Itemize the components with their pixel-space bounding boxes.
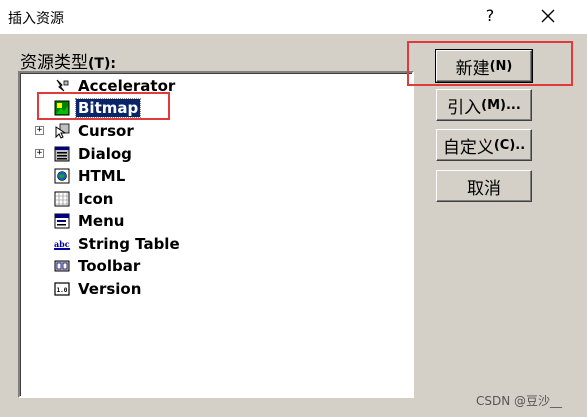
custom-button-label: 自定义: [442, 137, 494, 158]
tree-item-label: String Table: [78, 235, 180, 253]
tree-item-label: Icon: [78, 190, 114, 208]
expand-toggle-cursor[interactable]: +: [35, 126, 44, 135]
toolbar-icon: [54, 260, 70, 272]
import-button-accel: (M)...: [481, 97, 521, 113]
icon-resource-icon: [54, 191, 70, 207]
tree-item-label: Menu: [78, 212, 125, 230]
tree-item-icon[interactable]: Icon: [54, 189, 115, 209]
svg-text:abc: abc: [54, 239, 70, 249]
resource-type-text: 资源类型: [20, 53, 88, 73]
string-table-icon: abc: [54, 239, 70, 250]
tree-item-dialog[interactable]: Dialog: [54, 144, 134, 164]
close-button[interactable]: [530, 2, 566, 30]
tree-item-cursor[interactable]: Cursor: [54, 121, 136, 141]
tree-item-version[interactable]: 1.0 Version: [54, 279, 143, 299]
resource-type-label: 资源类型(T):: [20, 48, 116, 73]
cancel-button[interactable]: 取消: [436, 170, 532, 202]
tree-item-html[interactable]: HTML: [54, 166, 127, 186]
highlight-annotation-new: [407, 41, 573, 86]
tree-item-toolbar[interactable]: Toolbar: [54, 256, 142, 276]
help-button[interactable]: ?: [478, 4, 502, 28]
watermark: CSDN @豆沙__: [476, 394, 563, 408]
title-bar: 插入资源 ?: [0, 0, 587, 34]
close-icon: [541, 9, 555, 23]
svg-text:1.0: 1.0: [57, 287, 68, 294]
version-icon: 1.0: [54, 282, 70, 296]
import-button-label: 引入: [447, 97, 482, 118]
window-title: 插入资源: [8, 11, 64, 27]
resource-type-tree[interactable]: Accelerator Bitmap + Cursor + Dialog HTM…: [18, 71, 414, 398]
resource-type-accel: (T):: [88, 56, 116, 72]
tree-item-label: Cursor: [78, 122, 134, 140]
tree-item-string-table[interactable]: abc String Table: [54, 234, 182, 254]
import-button[interactable]: 引入 (M)...: [436, 89, 532, 121]
cursor-icon: [55, 123, 70, 139]
cancel-button-label: 取消: [467, 178, 501, 199]
tree-item-label: HTML: [78, 167, 126, 185]
custom-button[interactable]: 自定义 (C)..: [436, 129, 532, 161]
custom-button-accel: (C)..: [493, 137, 526, 153]
expand-toggle-dialog[interactable]: +: [35, 149, 44, 158]
menu-icon: [54, 213, 70, 229]
tree-item-label: Dialog: [78, 145, 132, 163]
dialog-icon: [54, 146, 70, 162]
html-icon: [54, 168, 70, 184]
tree-item-menu[interactable]: Menu: [54, 211, 126, 231]
tree-item-label: Version: [78, 280, 142, 298]
highlight-annotation-bitmap: [37, 92, 170, 120]
tree-item-label: Toolbar: [78, 257, 141, 275]
